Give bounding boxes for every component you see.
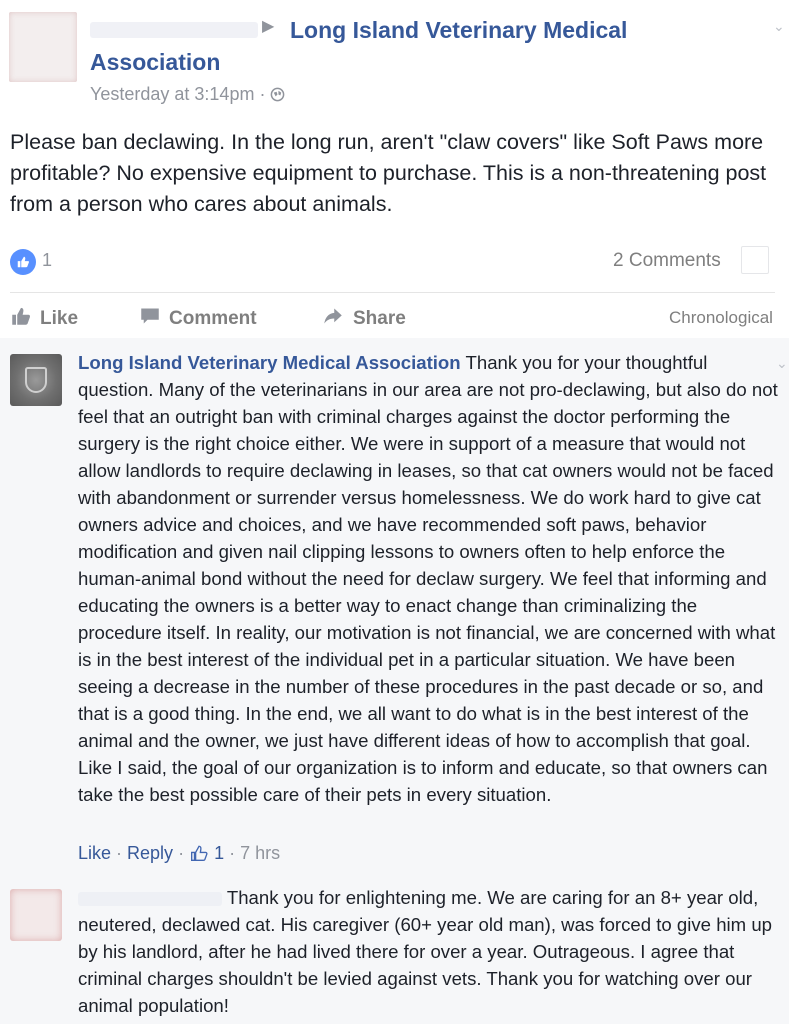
comment-reply-link[interactable]: Reply xyxy=(127,843,173,863)
comment-body: Long Island Veterinary Medical Associati… xyxy=(78,349,784,808)
meta-separator: · xyxy=(259,84,266,104)
comments-count-link[interactable]: 2 Comments xyxy=(613,250,721,272)
thumbs-up-outline-icon[interactable] xyxy=(189,843,214,863)
post-card: ▶ Long Island Veterinary Medical Associa… xyxy=(0,0,789,338)
comment-sort-selector[interactable]: Chronological xyxy=(669,308,773,328)
post-options-chevron-icon[interactable]: ⌄ xyxy=(773,18,785,35)
thumbs-up-icon xyxy=(10,306,32,331)
speech-bubble-icon xyxy=(139,306,161,331)
comment-text: Thank you for your thoughtful question. … xyxy=(78,352,778,805)
comment-actions: Like · Reply · 1 · 7 hrs xyxy=(78,843,281,863)
comment-author-redacted[interactable] xyxy=(78,892,222,907)
commenter-avatar[interactable] xyxy=(10,354,62,406)
post-body-text: Please ban declawing. In the long run, a… xyxy=(10,130,767,216)
share-button[interactable]: Share xyxy=(321,306,406,331)
globe-icon xyxy=(270,84,285,104)
comment-like-count[interactable]: 1 xyxy=(214,843,224,863)
like-button[interactable]: Like xyxy=(10,306,78,331)
comment-button-label: Comment xyxy=(169,307,257,329)
comment-like-link[interactable]: Like xyxy=(78,843,111,863)
like-count[interactable]: 1 xyxy=(42,250,52,271)
comment-avatar-placeholder xyxy=(741,246,769,274)
like-button-label: Like xyxy=(40,307,79,329)
post-timestamp[interactable]: Yesterday at 3:14pm xyxy=(90,84,254,104)
target-page-link[interactable]: Long Island Veterinary Medical Associati… xyxy=(90,14,680,78)
author-avatar-redacted[interactable] xyxy=(9,12,77,82)
commenter-avatar-redacted[interactable] xyxy=(10,889,62,941)
post-meta: Yesterday at 3:14pm · xyxy=(90,84,285,105)
comment-text: Thank you for enlightening me. We are ca… xyxy=(78,887,772,1016)
comment-body: Thank you for enlightening me. We are ca… xyxy=(78,884,784,1019)
comment-timestamp[interactable]: 7 hrs xyxy=(240,843,280,863)
share-arrow-icon xyxy=(321,306,345,331)
comment-button[interactable]: Comment xyxy=(139,306,257,331)
share-button-label: Share xyxy=(353,307,406,329)
shield-icon xyxy=(25,367,47,393)
comment-author-link[interactable]: Long Island Veterinary Medical Associati… xyxy=(78,352,461,373)
divider xyxy=(10,292,775,293)
like-reaction-icon[interactable] xyxy=(10,249,36,275)
